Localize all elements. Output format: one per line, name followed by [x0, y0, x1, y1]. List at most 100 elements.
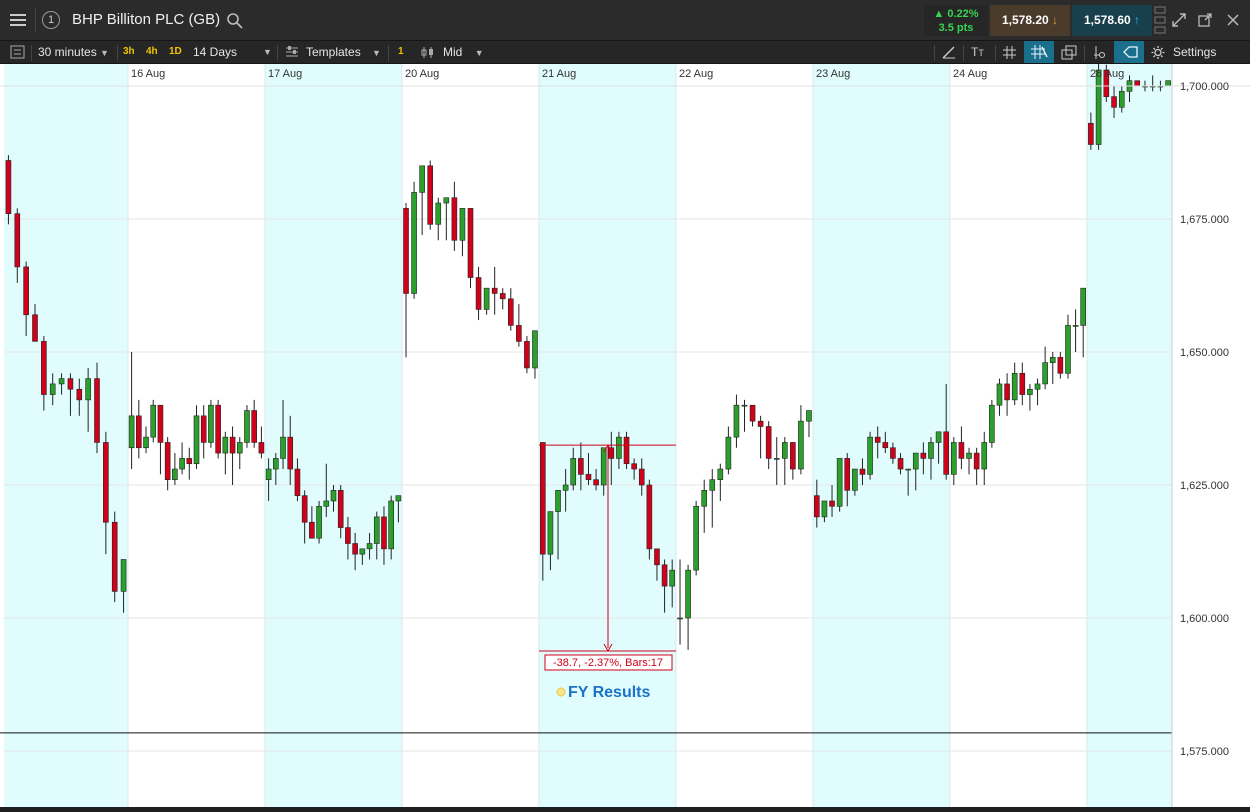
- candle-body: [1065, 325, 1071, 374]
- candle-body: [532, 330, 538, 369]
- candle-body: [852, 468, 858, 491]
- candle-body: [381, 516, 387, 550]
- event-marker-icon: [556, 687, 566, 697]
- candle-body: [814, 495, 820, 518]
- candle-body: [337, 490, 344, 528]
- search-icon[interactable]: [226, 12, 244, 30]
- indicator-count[interactable]: 1: [398, 41, 404, 63]
- price-label-icon[interactable]: [1114, 41, 1144, 63]
- y-tick-label: 1,675.000: [1180, 214, 1229, 226]
- y-tick-label: 1,575.000: [1180, 746, 1229, 758]
- templates-label: Templates: [306, 45, 361, 59]
- close-icon[interactable]: [1225, 12, 1241, 28]
- expand-icon[interactable]: [1171, 12, 1187, 28]
- price-change: ▲ 0.22% 3.5 pts: [924, 5, 988, 36]
- candle-body: [1019, 372, 1026, 395]
- link-badge[interactable]: 1: [42, 11, 60, 29]
- candle-body: [49, 383, 56, 395]
- sell-price: 1,578.20: [1001, 13, 1049, 27]
- candle-body: [373, 516, 380, 544]
- draw-line-icon[interactable]: [941, 45, 957, 60]
- interval-select[interactable]: 30 minutes ▼: [38, 41, 109, 63]
- x-tick-label: 24 Aug: [953, 68, 987, 80]
- candle-body: [677, 617, 683, 620]
- candle-body: [1057, 357, 1064, 374]
- x-tick-label: 21 Aug: [542, 68, 576, 80]
- candle-body: [928, 442, 934, 459]
- settings-button[interactable]: Settings: [1173, 41, 1216, 63]
- order-depth-icon[interactable]: [1154, 5, 1166, 36]
- candle-body: [301, 495, 308, 523]
- list-icon[interactable]: [10, 45, 26, 59]
- menu-icon[interactable]: [8, 10, 28, 30]
- candle-body: [524, 341, 530, 369]
- layers-icon[interactable]: [1061, 45, 1077, 60]
- candle-body: [103, 442, 109, 523]
- candle-body: [427, 165, 434, 225]
- candle-body: [773, 458, 780, 460]
- candle-body: [443, 197, 450, 204]
- candle-body: [725, 436, 732, 470]
- candle-body: [280, 436, 286, 459]
- candle-body: [516, 325, 522, 342]
- change-percent: 0.22%: [947, 8, 979, 20]
- buy-arrow-icon: ↑: [1134, 13, 1141, 27]
- timeframe-1d[interactable]: 1D: [169, 41, 182, 63]
- title-bar: 1 BHP Billiton PLC (GB) ▲ 0.22% 3.5 pts …: [0, 0, 1250, 41]
- candle-body: [85, 378, 91, 401]
- chevron-down-icon: ▼: [474, 48, 484, 58]
- x-tick-label: 17 Aug: [268, 68, 302, 80]
- chart-canvas[interactable]: -38.7, -2.37%, Bars:17FY Results1,578.40…: [0, 59, 1250, 807]
- candle-body: [94, 378, 100, 443]
- timeframe-3h[interactable]: 3h: [123, 41, 135, 63]
- candle-body: [366, 543, 373, 550]
- crosshair-icon[interactable]: [1024, 41, 1054, 63]
- text-tool-icon[interactable]: TT: [971, 45, 989, 60]
- candle-body: [1004, 383, 1010, 401]
- candle-body: [459, 208, 466, 241]
- x-tick-label: 20 Aug: [405, 68, 439, 80]
- candle-body: [882, 442, 889, 449]
- sell-button[interactable]: 1,578.20 ↓: [990, 5, 1070, 36]
- candle-body: [717, 468, 724, 480]
- candle-body: [179, 458, 185, 470]
- candle-body: [435, 202, 442, 225]
- candle-body: [222, 436, 229, 454]
- candle-body: [67, 378, 74, 390]
- candle-body: [359, 548, 366, 555]
- indicator-icon[interactable]: [1092, 45, 1108, 60]
- candle-body: [1042, 362, 1048, 385]
- timeframe-4h[interactable]: 4h: [146, 41, 158, 63]
- candle-body: [41, 341, 47, 395]
- y-tick-label: 1,600.000: [1180, 613, 1229, 625]
- popout-icon[interactable]: [1197, 12, 1213, 28]
- candle-body: [585, 474, 592, 480]
- candle-body: [5, 160, 12, 214]
- candle-body: [316, 505, 322, 539]
- templates-button[interactable]: Templates ▼: [306, 41, 381, 63]
- price-type-select[interactable]: Mid ▼: [443, 41, 484, 63]
- candle-body: [806, 410, 812, 422]
- price-type-label: Mid: [443, 45, 463, 59]
- candle-body: [1072, 325, 1079, 327]
- chevron-down-icon[interactable]: ▼: [263, 41, 272, 63]
- candle-body: [951, 442, 957, 475]
- candle-body: [973, 452, 980, 470]
- day-shade: [4, 64, 128, 807]
- buy-button[interactable]: 1,578.60 ↑: [1072, 5, 1152, 36]
- price-chart[interactable]: -38.7, -2.37%, Bars:17FY Results1,578.40…: [0, 59, 1250, 807]
- gear-icon[interactable]: [1150, 45, 1166, 60]
- grid-icon[interactable]: [1002, 45, 1017, 60]
- sell-arrow-icon: ↓: [1052, 13, 1059, 27]
- candle-body: [143, 436, 149, 449]
- instrument-name[interactable]: BHP Billiton PLC (GB): [72, 11, 220, 28]
- candle-body: [1080, 287, 1086, 326]
- candle-body: [258, 442, 265, 454]
- event-annotation: FY Results: [568, 684, 651, 701]
- candle-body: [330, 490, 337, 502]
- candle-body: [741, 404, 748, 407]
- candle-body: [600, 447, 607, 486]
- range-select[interactable]: 14 Days: [193, 41, 237, 63]
- range-label: 14 Days: [193, 45, 238, 59]
- candle-body: [966, 452, 972, 459]
